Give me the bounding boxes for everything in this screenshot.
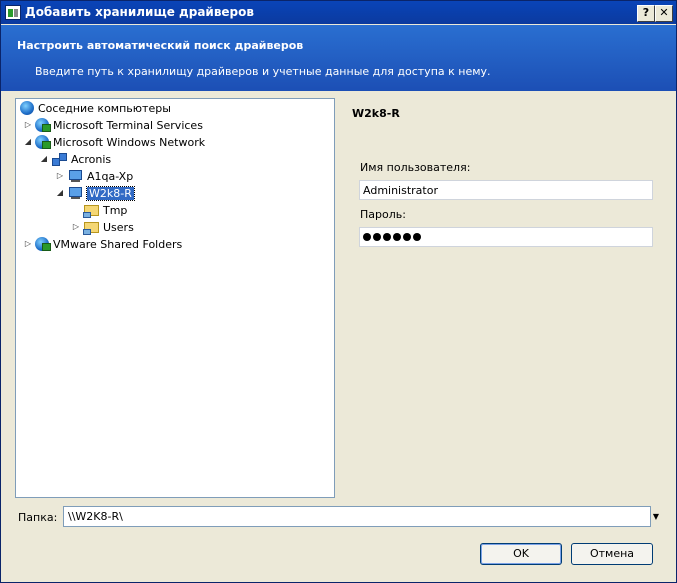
username-input[interactable]: Administrator (359, 180, 653, 200)
server-name: W2k8-R (352, 107, 400, 120)
ok-button[interactable]: OK (480, 543, 562, 565)
title-bar[interactable]: Добавить хранилище драйверов ? ✕ (1, 1, 676, 24)
username-value: Administrator (363, 183, 438, 197)
shared-folder-icon (83, 203, 99, 218)
network-globe-icon (35, 135, 51, 149)
tree-label: Tmp (103, 203, 128, 217)
workgroup-icon (51, 152, 67, 166)
cancel-button[interactable]: Отмена (571, 543, 653, 565)
tree-node-acronis[interactable]: ◢ Acronis (40, 151, 111, 167)
folder-path-input[interactable]: \\W2K8-R\ (63, 506, 651, 527)
tree-node-vmware[interactable]: ▷ VMware Shared Folders (24, 236, 182, 252)
app-icon (5, 5, 21, 20)
window-title: Добавить хранилище драйверов (25, 5, 254, 19)
password-dot (403, 232, 411, 241)
tree-label: Соседние компьютеры (38, 101, 171, 115)
shared-folder-icon (83, 220, 99, 235)
network-globe-icon (35, 118, 51, 132)
header-banner: Настроить автоматический поиск драйверов… (1, 25, 676, 91)
password-dot (383, 232, 391, 241)
tree-label: Microsoft Terminal Services (53, 118, 203, 132)
globe-icon (20, 101, 34, 115)
folder-label: Папка: (18, 511, 58, 524)
tree-label: A1qa-Xp (87, 169, 134, 183)
folder-path-value: \\W2K8-R\ (68, 510, 123, 523)
tree-label: VMware Shared Folders (53, 237, 183, 251)
header-subtitle: Введите путь к хранилищу драйверов и уче… (35, 65, 491, 78)
tree-label: Microsoft Windows Network (53, 135, 206, 149)
computer-icon (67, 169, 83, 183)
password-dot (363, 232, 371, 241)
dialog-window: Добавить хранилище драйверов ? ✕ Настрои… (0, 0, 677, 583)
username-label: Имя пользователя: (360, 161, 471, 174)
expand-icon[interactable]: ▷ (24, 239, 32, 249)
password-input[interactable] (359, 227, 653, 247)
computer-icon (67, 186, 83, 200)
password-label: Пароль: (360, 208, 406, 221)
tree-node-users[interactable]: ▷ Users (72, 219, 134, 235)
tree-label-selected: W2k8-R (86, 185, 135, 201)
tree-node-a1qa[interactable]: ▷ A1qa-Xp (56, 168, 133, 184)
expand-icon[interactable]: ▷ (24, 120, 32, 130)
password-mask (363, 230, 423, 245)
tree-label: Users (103, 220, 134, 234)
dropdown-arrow-icon[interactable]: ▼ (649, 506, 663, 527)
header-title: Настроить автоматический поиск драйверов (17, 39, 304, 52)
close-button[interactable]: ✕ (655, 5, 673, 22)
tree-node-mts[interactable]: ▷ Microsoft Terminal Services (24, 117, 203, 133)
password-dot (413, 232, 421, 241)
network-tree[interactable]: Соседние компьютеры ▷ Microsoft Terminal… (15, 98, 335, 498)
password-dot (393, 232, 401, 241)
password-dot (373, 232, 381, 241)
tree-node-w2k8[interactable]: ◢ W2k8-R (56, 185, 135, 201)
expand-icon[interactable]: ▷ (72, 222, 80, 232)
help-button[interactable]: ? (637, 5, 655, 22)
tree-node-root[interactable]: Соседние компьютеры (20, 100, 171, 116)
collapse-icon[interactable]: ◢ (56, 188, 64, 198)
collapse-icon[interactable]: ◢ (24, 137, 32, 147)
tree-node-tmp[interactable]: Tmp (83, 202, 127, 218)
tree-label: Acronis (71, 152, 112, 166)
network-globe-icon (35, 237, 51, 251)
tree-node-mwn[interactable]: ◢ Microsoft Windows Network (24, 134, 205, 150)
expand-icon[interactable]: ▷ (56, 171, 64, 181)
collapse-icon[interactable]: ◢ (40, 154, 48, 164)
